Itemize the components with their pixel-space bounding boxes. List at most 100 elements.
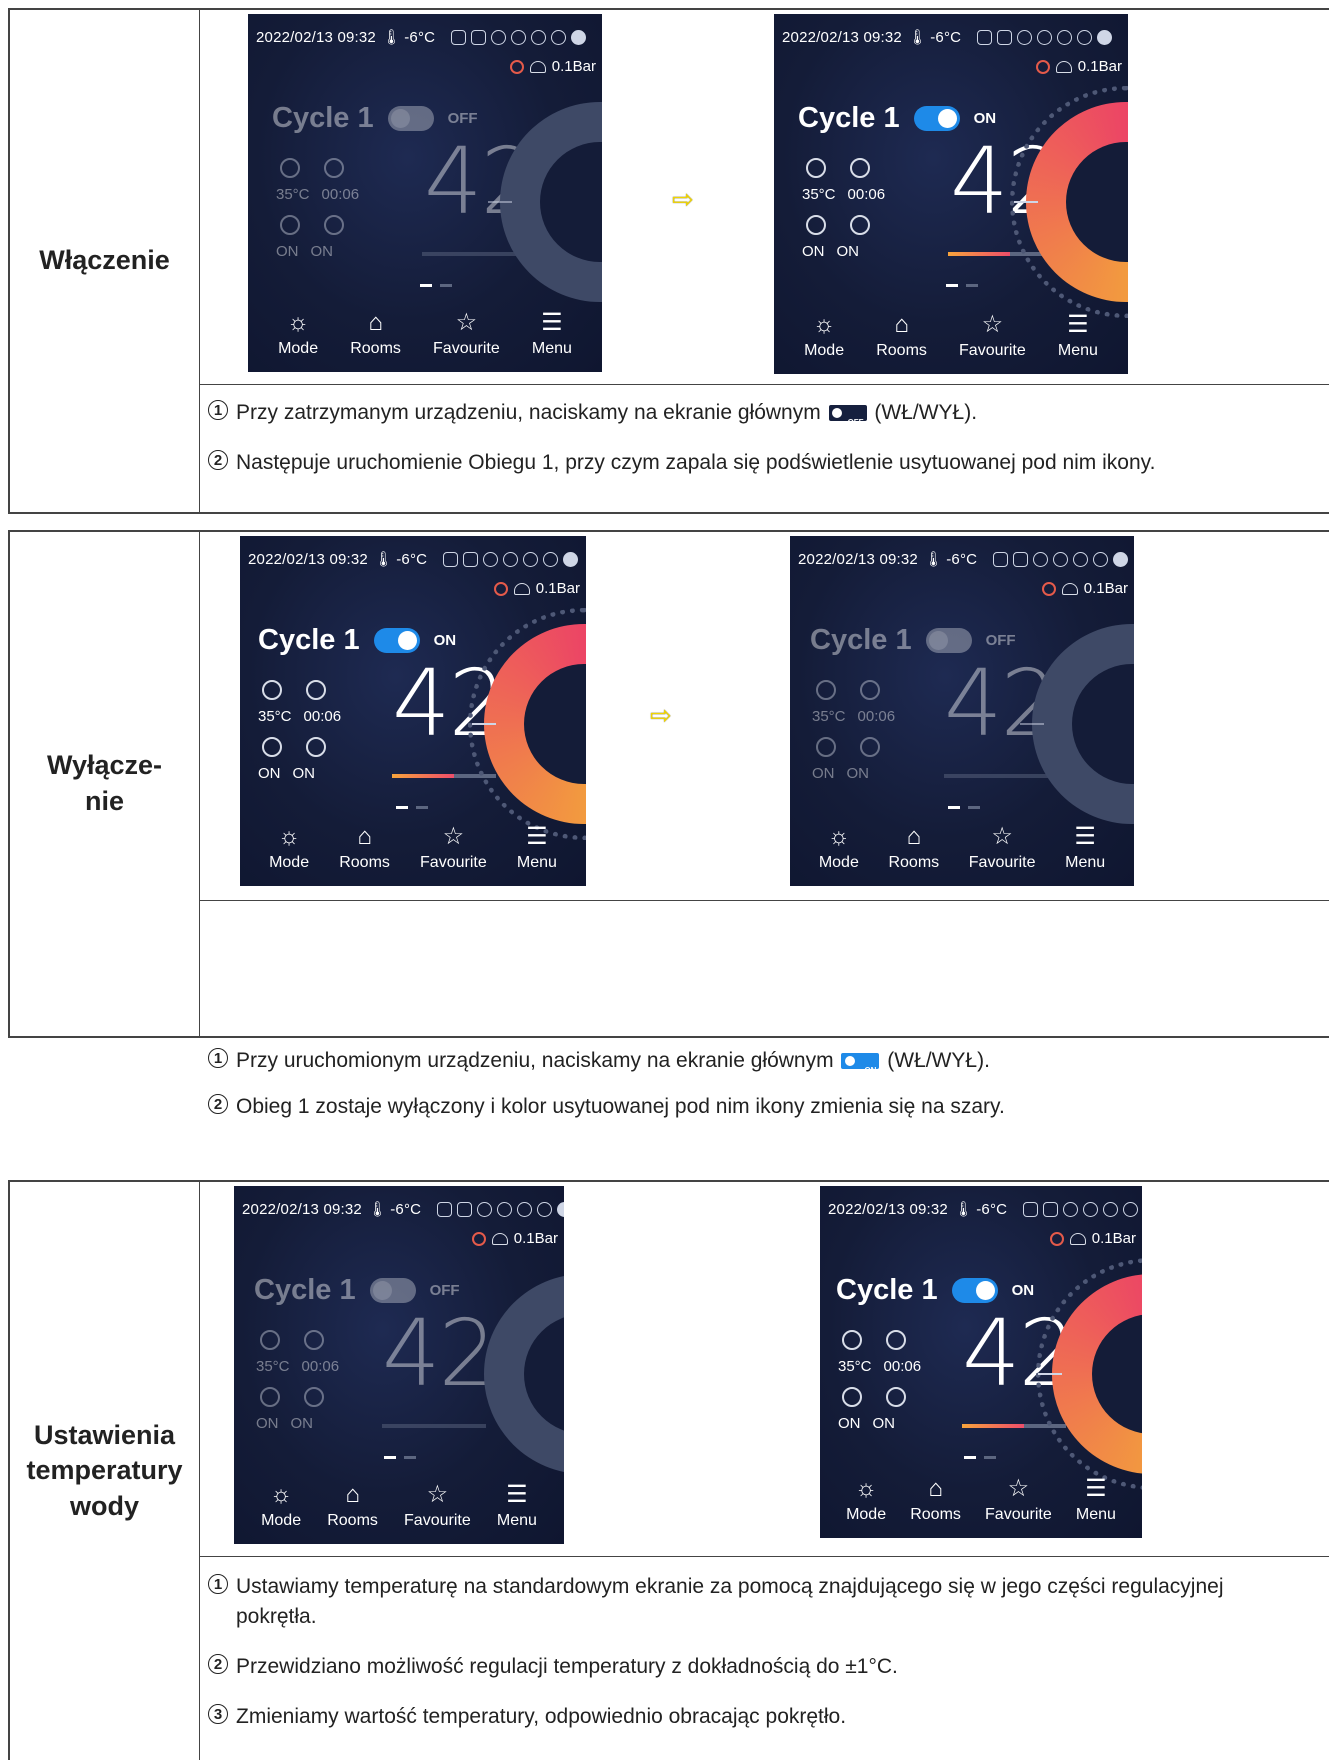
nav-rooms[interactable]: ⌂ Rooms	[910, 1477, 961, 1524]
home-icon: ⌂	[357, 823, 372, 850]
step-text: Ustawiamy temperaturę na standardowym ek…	[236, 1575, 1224, 1628]
divider	[200, 384, 1329, 385]
outdoor-thermometer-icon: 🌡	[907, 29, 928, 46]
outdoor-temp: -6°C	[946, 550, 978, 568]
step-text: Następuje uruchomienie Obiegu 1, przy cz…	[236, 451, 1156, 474]
status-icon	[1057, 29, 1073, 45]
nav-label: Menu	[1075, 1506, 1116, 1523]
datetime: 2022/02/13 09:32	[828, 1200, 948, 1218]
nav-menu[interactable]: ☰ Menu	[1058, 313, 1098, 360]
water-temp-icon	[276, 154, 304, 182]
warning-icon	[493, 581, 508, 596]
eco-icon	[846, 211, 874, 239]
chevron-down-icon[interactable]	[1097, 29, 1113, 45]
outdoor-temp: -6°C	[930, 28, 962, 46]
warning-icon	[471, 1231, 486, 1246]
menu-icon: ☰	[1085, 1475, 1107, 1502]
nav-favourite[interactable]: ☆ Favourite	[959, 313, 1026, 360]
temperature-dial[interactable]	[1010, 86, 1128, 318]
nav-mode[interactable]: ☼ Mode	[804, 313, 844, 360]
nav-rooms[interactable]: ⌂ Rooms	[888, 825, 939, 872]
nav-menu[interactable]: ☰ Menu	[497, 1483, 537, 1530]
nav-menu[interactable]: ☰ Menu	[1076, 1477, 1116, 1524]
temperature-dial[interactable]	[468, 608, 586, 840]
schedule-icon	[838, 1383, 866, 1411]
chevron-down-icon[interactable]	[557, 1201, 564, 1217]
nav-rooms[interactable]: ⌂ Rooms	[350, 311, 401, 358]
status-icon	[1083, 1201, 1099, 1217]
nav-mode[interactable]: ☼ Mode	[278, 311, 318, 358]
nav-mode[interactable]: ☼ Mode	[261, 1483, 301, 1530]
nav-menu[interactable]: ☰ Menu	[517, 825, 557, 872]
nav-label: Rooms	[888, 854, 940, 871]
status-icon	[523, 551, 539, 567]
outdoor-thermometer-icon: 🌡	[373, 551, 394, 568]
status-icon	[483, 551, 499, 567]
chevron-down-icon[interactable]	[563, 551, 579, 567]
bottom-nav: ☼ Mode ⌂ Rooms ☆ Favourite ☰ Menu	[774, 313, 1128, 360]
nav-mode[interactable]: ☼ Mode	[269, 825, 309, 872]
gauge-icon	[529, 60, 546, 73]
step-number: 1	[208, 400, 228, 420]
nav-label: Rooms	[876, 342, 927, 359]
timer-icon	[882, 1326, 910, 1354]
nav-menu[interactable]: ☰ Menu	[1065, 825, 1105, 872]
pressure-value: 0.1Bar	[1083, 580, 1128, 597]
water-temp-icon	[258, 676, 286, 704]
power-state: ON	[973, 110, 997, 127]
chevron-down-icon[interactable]	[1113, 551, 1129, 567]
water-temp-icon	[802, 154, 830, 182]
nav-favourite[interactable]: ☆ Favourite	[433, 311, 500, 358]
status-icon	[437, 1201, 453, 1217]
status-icon	[977, 29, 993, 45]
status-icon	[1073, 551, 1089, 567]
schedule-state: ON	[812, 765, 835, 782]
water-temp: 35°C	[812, 708, 846, 725]
bottom-nav: ☼ Mode ⌂ Rooms ☆ Favourite ☰ Menu	[234, 1483, 564, 1530]
status-icon	[1033, 551, 1049, 567]
nav-favourite[interactable]: ☆ Favourite	[420, 825, 487, 872]
nav-favourite[interactable]: ☆ Favourite	[985, 1477, 1052, 1524]
chevron-down-icon[interactable]	[571, 29, 587, 45]
eco-state: ON	[872, 1415, 896, 1432]
pressure-value: 0.1Bar	[535, 580, 580, 597]
status-icon	[1103, 1201, 1119, 1217]
mode-icon: ☼	[855, 1475, 878, 1502]
page-indicator	[948, 806, 980, 809]
temp-bar	[382, 1424, 486, 1428]
temperature-dial[interactable]	[484, 1274, 564, 1474]
controller-screen-off: 2022/02/13 09:32 🌡 -6°C 0.1Bar Cycle 1 OF…	[234, 1186, 564, 1544]
page-indicator	[396, 806, 428, 809]
water-temp: 35°C	[256, 1358, 290, 1375]
nav-mode[interactable]: ☼ Mode	[819, 825, 859, 872]
status-icon	[537, 1201, 553, 1217]
pressure-indicator: 0.1Bar	[1049, 1230, 1136, 1247]
pressure-indicator: 0.1Bar	[1041, 580, 1128, 597]
power-state: ON	[433, 632, 457, 649]
outdoor-temp: -6°C	[396, 550, 428, 568]
status-icon	[1063, 1201, 1079, 1217]
nav-favourite[interactable]: ☆ Favourite	[404, 1483, 471, 1530]
nav-label: Favourite	[404, 1512, 471, 1529]
status-bar: 2022/02/13 09:32 🌡 -6°C	[248, 550, 579, 568]
star-icon: ☆	[991, 823, 1013, 850]
schedule-state: ON	[838, 1415, 861, 1432]
cycle-info: 35°C 00:06 ON ON	[838, 1326, 938, 1440]
nav-rooms[interactable]: ⌂ Rooms	[876, 313, 927, 360]
nav-favourite[interactable]: ☆ Favourite	[969, 825, 1036, 872]
status-icon	[551, 29, 567, 45]
cycle-info: 35°C 00:06 ON ON	[812, 676, 912, 790]
nav-label: Mode	[261, 1512, 302, 1529]
nav-menu[interactable]: ☰ Menu	[532, 311, 572, 358]
nav-mode[interactable]: ☼ Mode	[846, 1477, 886, 1524]
step-number: 1	[208, 1574, 228, 1594]
nav-rooms[interactable]: ⌂ Rooms	[339, 825, 390, 872]
page-indicator	[964, 1456, 996, 1459]
temperature-dial[interactable]	[1036, 1258, 1142, 1490]
cycle-info: 35°C 00:06 ON ON	[276, 154, 376, 268]
step-item: 3 Zmieniamy wartość temperatury, odpowie…	[208, 1702, 1288, 1732]
status-icon	[1013, 551, 1029, 567]
status-icon	[491, 29, 507, 45]
step-item: 1 Przy uruchomionym urządzeniu, naciskam…	[208, 1046, 990, 1076]
nav-rooms[interactable]: ⌂ Rooms	[327, 1483, 378, 1530]
